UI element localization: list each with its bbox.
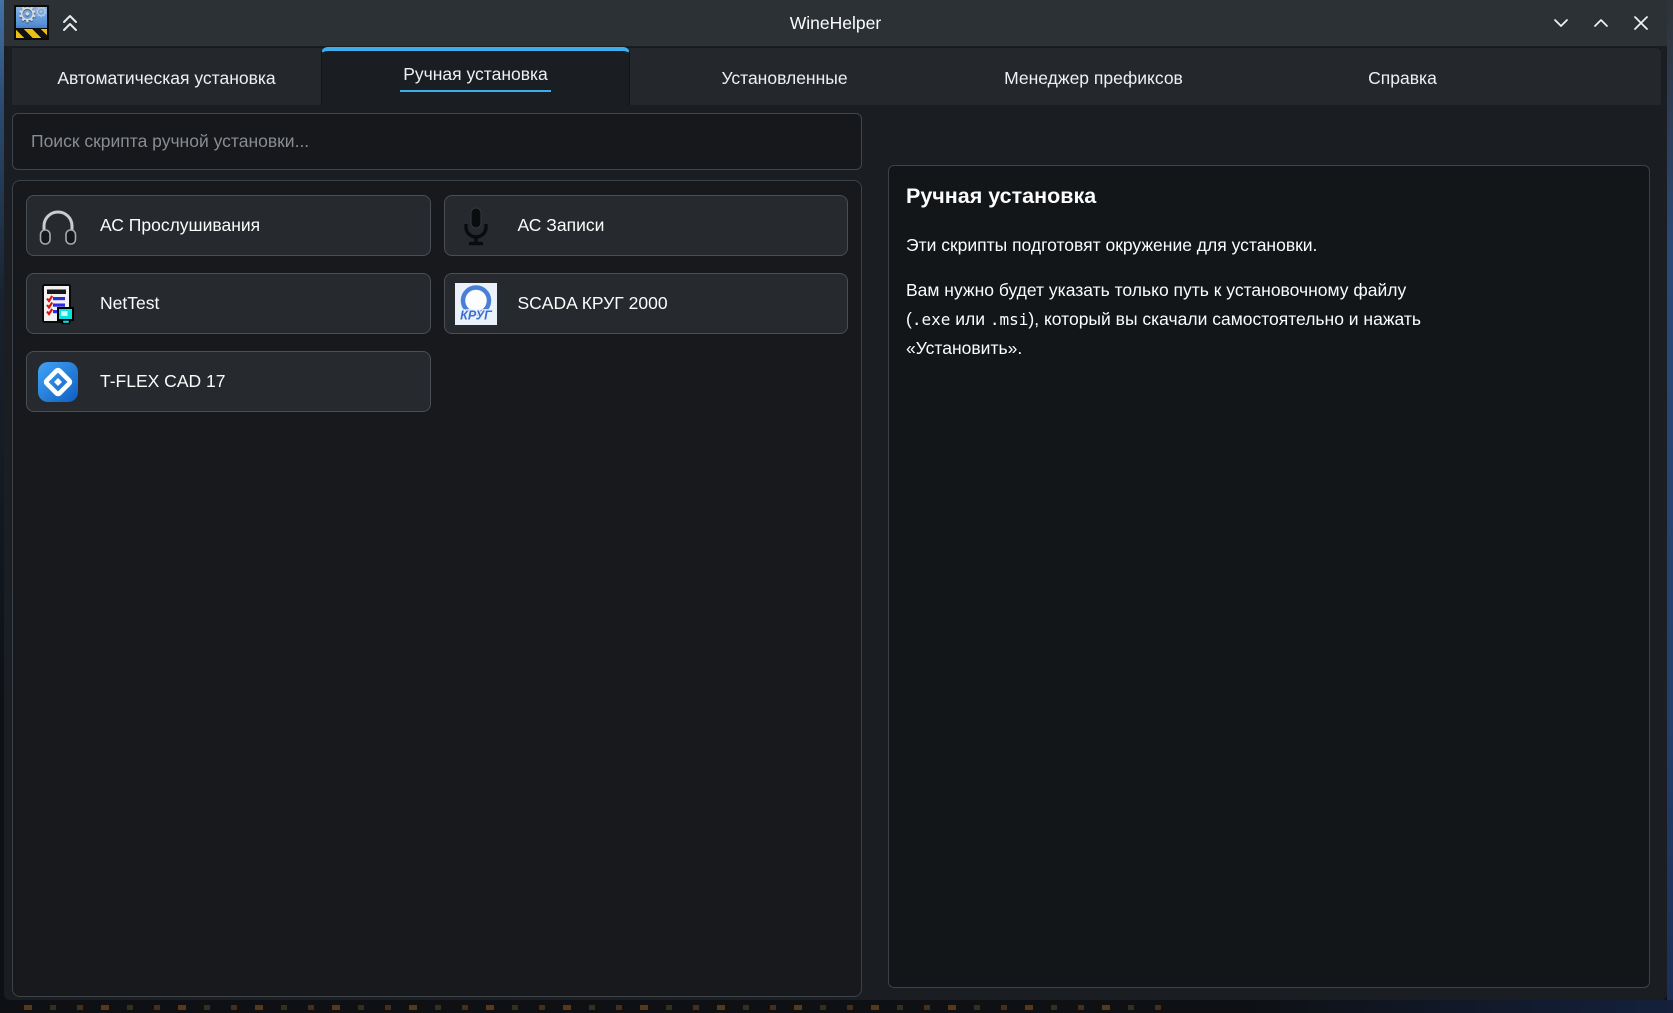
window-title: WineHelper: [4, 0, 1667, 46]
info-text: или: [950, 309, 990, 329]
tab-manual-install[interactable]: Ручная установка: [321, 47, 630, 105]
script-label: T-FLEX CAD 17: [100, 371, 225, 392]
microphone-icon: [455, 205, 497, 247]
window-controls: [1548, 0, 1654, 46]
maximize-button[interactable]: [1588, 10, 1614, 36]
titlebar: ⚙ ⚙ WineHelper: [4, 0, 1667, 46]
close-button[interactable]: [1628, 10, 1654, 36]
script-button-nettest[interactable]: NetTest: [26, 273, 431, 334]
tab-installed[interactable]: Установленные: [630, 47, 939, 105]
tab-bar-filler: [1557, 47, 1661, 105]
inline-code: .msi: [990, 310, 1029, 329]
screen: ⚙ ⚙ WineHelper: [0, 0, 1673, 1013]
tab-label: Автоматическая установка: [57, 68, 275, 89]
tab-label: Установленные: [721, 68, 847, 89]
tab-label: Справка: [1368, 68, 1437, 89]
info-paragraph-2: Вам нужно будет указать только путь к ус…: [906, 276, 1632, 363]
scripts-panel: АС Прослушивания АС Записи: [12, 180, 862, 997]
info-paragraph-1: Эти скрипты подготовят окружение для уст…: [906, 235, 1632, 256]
tab-help[interactable]: Справка: [1248, 47, 1557, 105]
scripts-grid: АС Прослушивания АС Записи: [26, 195, 848, 412]
winehelper-window: ⚙ ⚙ WineHelper: [4, 0, 1667, 1000]
tflex-logo-icon: [37, 361, 79, 403]
search-input[interactable]: [12, 113, 862, 170]
script-label: SCADA КРУГ 2000: [518, 293, 668, 314]
close-icon: [1628, 10, 1654, 36]
chevron-down-icon: [1548, 10, 1574, 36]
inline-code: .exe: [912, 310, 951, 329]
chevron-up-icon: [1588, 10, 1614, 36]
tab-prefix-manager[interactable]: Менеджер префиксов: [939, 47, 1248, 105]
info-text: Вам нужно будет указать только путь к ус…: [906, 280, 1406, 300]
tab-automatic-install[interactable]: Автоматическая установка: [12, 47, 321, 105]
tab-bar: Автоматическая установка Ручная установк…: [12, 47, 1661, 105]
info-text: «Установить».: [906, 338, 1022, 358]
script-button-tflex-cad-17[interactable]: T-FLEX CAD 17: [26, 351, 431, 412]
background-terminal-edge: [0, 1000, 1673, 1013]
script-button-as-proslushivaniya[interactable]: АС Прослушивания: [26, 195, 431, 256]
script-button-scada-krug-2000[interactable]: КРУГ SCADA КРУГ 2000: [444, 273, 849, 334]
minimize-button[interactable]: [1548, 10, 1574, 36]
krug-logo-icon: КРУГ: [455, 283, 497, 325]
background-right-edge: [1667, 0, 1673, 1013]
headphones-icon: [37, 205, 79, 247]
info-heading: Ручная установка: [906, 184, 1632, 209]
nettest-checklist-icon: [37, 283, 79, 325]
tab-label: Менеджер префиксов: [1004, 68, 1183, 89]
script-label: АС Записи: [518, 215, 605, 236]
info-panel: Ручная установка Эти скрипты подготовят …: [888, 165, 1650, 988]
script-label: АС Прослушивания: [100, 215, 260, 236]
script-button-as-zapisi[interactable]: АС Записи: [444, 195, 849, 256]
svg-text:КРУГ: КРУГ: [460, 308, 493, 322]
info-text: ), который вы скачали самостоятельно и н…: [1028, 309, 1421, 329]
script-label: NetTest: [100, 293, 159, 314]
tab-label: Ручная установка: [400, 64, 551, 92]
